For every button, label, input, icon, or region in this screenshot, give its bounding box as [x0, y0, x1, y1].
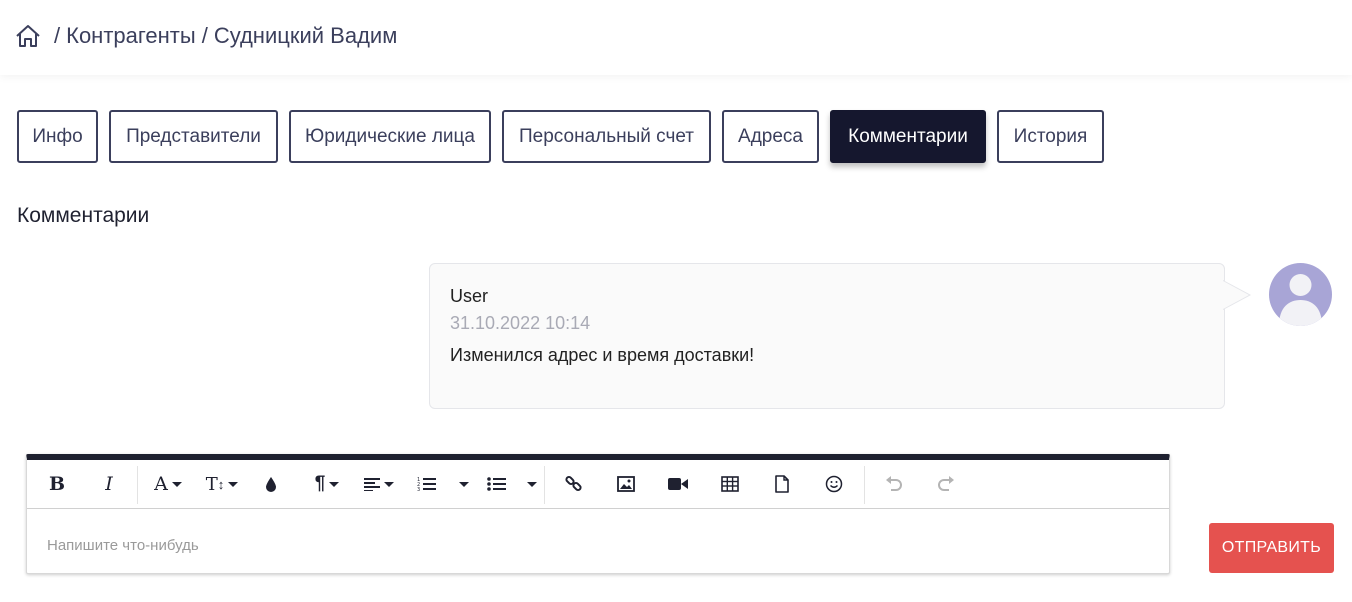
undo-icon[interactable] — [879, 468, 909, 500]
unordered-list-icon[interactable] — [487, 468, 537, 500]
breadcrumb-separator: / — [201, 23, 208, 48]
ordered-list-icon[interactable]: 123 — [417, 468, 469, 500]
redo-icon[interactable] — [931, 468, 961, 500]
tab-personal-account[interactable]: Персональный счет — [502, 110, 711, 163]
emoji-icon[interactable] — [819, 468, 849, 500]
breadcrumb-separator: / — [54, 23, 61, 48]
comment-author: User — [450, 286, 489, 306]
comment-date: 31.10.2022 10:14 — [450, 313, 591, 333]
toolbar-divider — [864, 466, 865, 504]
video-icon[interactable] — [663, 468, 693, 500]
tab-legal-entities[interactable]: Юридические лица — [289, 110, 491, 163]
align-icon[interactable] — [361, 468, 397, 500]
paragraph-icon[interactable]: ¶ — [309, 468, 345, 500]
bubble-arrow-fill — [1223, 281, 1249, 309]
file-icon[interactable] — [767, 468, 797, 500]
font-color-icon[interactable]: A — [149, 468, 187, 500]
breadcrumb-item-current: Судницкий Вадим — [213, 23, 398, 48]
svg-text:3: 3 — [417, 487, 420, 492]
toolbar-divider — [137, 466, 138, 504]
editor-toolbar: B I A T ↕ ¶ 123 — [27, 460, 1169, 509]
breadcrumb: / Контрагенты / Судницкий Вадим — [14, 22, 397, 50]
comment-input[interactable]: Напишите что-нибудь — [47, 537, 199, 554]
section-title: Комментарии — [17, 204, 150, 227]
highlight-icon[interactable] — [257, 468, 285, 500]
user-avatar-icon — [1269, 263, 1332, 326]
comment-editor: B I A T ↕ ¶ 123 Напишите что-нибудь — [26, 454, 1170, 574]
send-button[interactable]: ОТПРАВИТЬ — [1209, 523, 1334, 573]
font-size-icon[interactable]: T ↕ — [203, 468, 241, 500]
image-icon[interactable] — [611, 468, 641, 500]
comment-text: Изменился адрес и время доставки! — [450, 345, 755, 365]
top-bar: / Контрагенты / Судницкий Вадим — [0, 0, 1352, 75]
toolbar-divider — [544, 466, 545, 504]
tab-comments[interactable]: Комментарии — [830, 110, 986, 163]
tab-addresses[interactable]: Адреса — [722, 110, 819, 163]
tab-info[interactable]: Инфо — [17, 110, 98, 163]
breadcrumb-item-counterparties[interactable]: Контрагенты — [66, 23, 196, 49]
comment-bubble: User 31.10.2022 10:14 Изменился адрес и … — [429, 263, 1225, 409]
italic-icon[interactable]: I — [93, 468, 125, 500]
table-icon[interactable] — [715, 468, 745, 500]
tab-representatives[interactable]: Представители — [109, 110, 278, 163]
home-icon[interactable] — [14, 22, 42, 50]
bold-icon[interactable]: B — [41, 468, 73, 500]
link-icon[interactable] — [559, 468, 589, 500]
tab-history[interactable]: История — [997, 110, 1104, 163]
